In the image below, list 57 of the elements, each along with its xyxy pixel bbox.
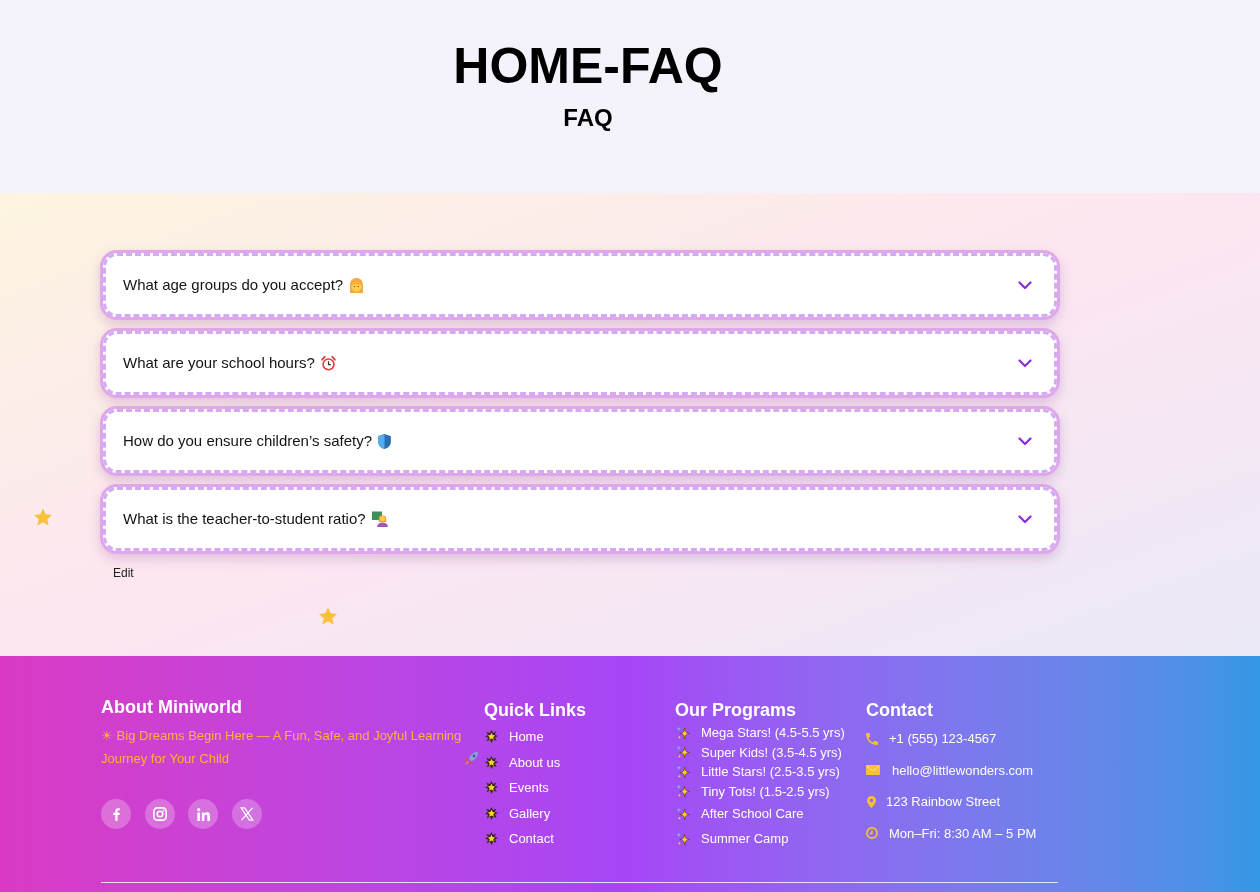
facebook-icon	[112, 807, 120, 821]
program-link[interactable]: Mega Stars! (4.5-5.5 yrs)	[675, 723, 845, 743]
page-subtitle: FAQ	[563, 106, 613, 130]
teacher-emoji-icon	[371, 511, 388, 527]
envelope-icon	[866, 765, 880, 776]
sparkles-icon	[676, 784, 690, 799]
email-address: hello@littlewonders.com	[892, 761, 1034, 780]
star-icon	[485, 781, 498, 795]
program-link[interactable]: Little Stars! (2.5-3.5 yrs)	[675, 762, 840, 782]
sparkles-icon	[676, 764, 690, 779]
sparkles-icon	[676, 831, 690, 846]
star-icon	[319, 607, 337, 625]
program-link[interactable]: Super Kids! (3.5-4.5 yrs)	[675, 742, 842, 762]
program-link[interactable]: Tiny Tots! (1.5-2.5 yrs)	[675, 781, 830, 801]
footer-link[interactable]: Contact	[484, 826, 554, 852]
instagram-icon	[152, 807, 167, 821]
social-link[interactable]	[231, 799, 262, 829]
linkedin-icon	[196, 807, 210, 821]
rocket-icon	[465, 752, 478, 765]
star-icon	[34, 508, 52, 526]
social-link[interactable]	[101, 799, 131, 829]
footer-link[interactable]: Gallery	[484, 800, 551, 826]
phone-number: +1 (555) 123-4567	[889, 730, 997, 748]
footer-heading: Quick Links	[484, 699, 588, 721]
x-logo-icon	[239, 807, 254, 821]
footer-heading: About Miniworld	[101, 696, 243, 718]
sparkles-icon	[676, 745, 690, 760]
star-icon	[485, 806, 498, 820]
shield-icon	[378, 433, 392, 449]
faq-question[interactable]: What are your school hours?	[100, 328, 1060, 398]
edit-link[interactable]: Edit	[113, 565, 134, 581]
footer-link[interactable]: About us	[484, 749, 561, 775]
sparkles-icon	[676, 806, 690, 821]
social-link[interactable]	[144, 799, 175, 829]
opening-hours: Mon–Fri: 8:30 AM – 5 PM	[889, 824, 1037, 843]
tagline-text: ☀ Big Dreams Begin Here — A Fun, Safe, and Joyful Learning Journey for Your Child	[101, 727, 463, 768]
faq-question[interactable]: What is the teacher-to-student ratio?	[100, 484, 1060, 554]
alarm-clock-icon	[320, 355, 336, 371]
star-icon	[485, 755, 498, 769]
street-address: 123 Rainbow Street	[886, 793, 1001, 811]
footer-heading: Our Programs	[675, 699, 798, 721]
footer-link[interactable]: Events	[484, 775, 549, 801]
phone-icon	[866, 732, 878, 745]
map-pin-icon	[867, 795, 876, 808]
star-icon	[485, 832, 498, 846]
program-link[interactable]: Summer Camp	[675, 826, 789, 851]
clock-icon	[866, 827, 878, 840]
faq-question[interactable]: What age groups do you accept?	[100, 250, 1060, 320]
faq-question[interactable]: How do you ensure children’s safety?	[100, 406, 1060, 476]
footer-heading: Contact	[866, 699, 934, 721]
girl-emoji-icon	[349, 277, 365, 293]
program-link[interactable]: After School Care	[675, 801, 804, 826]
sparkles-icon	[676, 725, 690, 740]
footer-link[interactable]: Home	[484, 724, 544, 750]
star-icon	[485, 730, 498, 744]
social-link[interactable]	[188, 799, 218, 829]
page-title: HOME-FAQ	[453, 41, 723, 91]
